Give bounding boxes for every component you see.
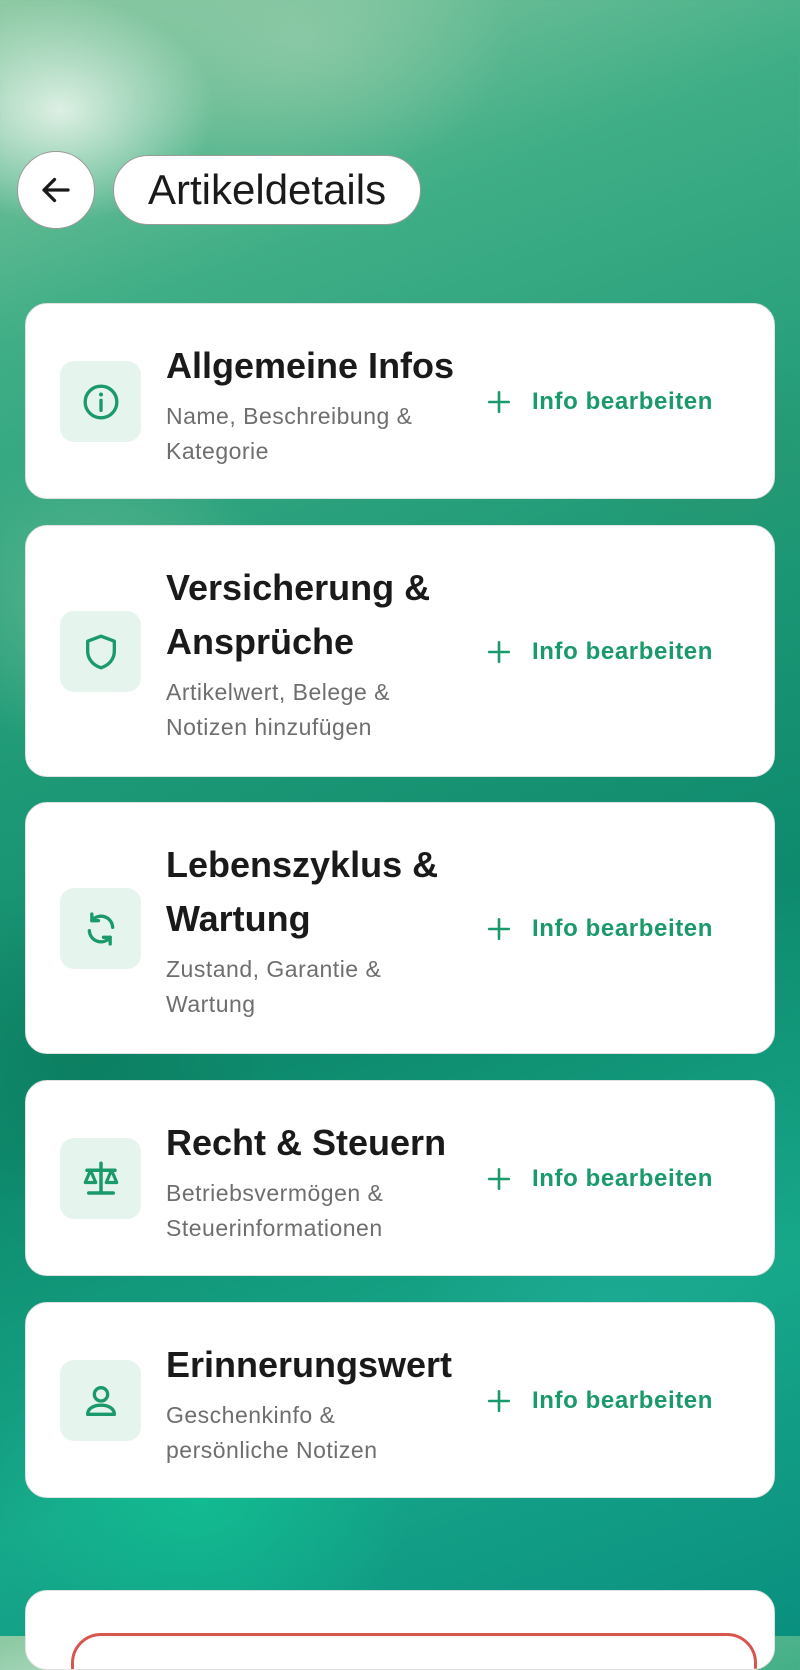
section-title: Versicherung & Ansprüche [166, 567, 431, 662]
arrow-left-icon [42, 177, 70, 203]
edit-info-button[interactable]: Info bearbeiten [486, 1381, 713, 1421]
plus-icon [486, 1166, 512, 1192]
plus-icon [486, 1388, 512, 1414]
page-title: Artikeldetails [113, 155, 422, 225]
section-icon-box [60, 888, 141, 969]
section-card-general: Allgemeine Infos Name, Beschreibung & Ka… [25, 303, 775, 499]
section-text: Versicherung & Ansprüche Artikelwert, Be… [166, 561, 466, 745]
section-subtitle: Geschenkinfo & persönliche Notizen [166, 1402, 378, 1463]
edit-info-label: Info bearbeiten [532, 915, 714, 942]
section-text: Lebenszyklus & Wartung Zustand, Garantie… [166, 838, 466, 1022]
info-icon [83, 384, 118, 419]
scale-icon [83, 1161, 118, 1195]
section-text: Recht & Steuern Betriebsvermögen & Steue… [166, 1116, 466, 1246]
edit-info-label: Info bearbeiten [532, 638, 714, 665]
section-subtitle: Betriebsvermögen & Steuerinformationen [166, 1180, 384, 1241]
section-title: Lebenszyklus & Wartung [166, 844, 439, 939]
section-card-lifecycle: Lebenszyklus & Wartung Zustand, Garantie… [25, 802, 775, 1054]
section-icon-box [60, 611, 141, 692]
section-title: Allgemeine Infos [166, 345, 455, 386]
section-icon-box [60, 1138, 141, 1219]
section-icon-box [60, 361, 141, 442]
section-subtitle: Artikelwert, Belege & Notizen hinzufügen [166, 679, 390, 740]
section-card-legal: Recht & Steuern Betriebsvermögen & Steue… [25, 1080, 775, 1276]
plus-icon [486, 639, 512, 665]
section-title: Recht & Steuern [166, 1122, 447, 1163]
shield-icon [85, 634, 116, 669]
edit-info-button[interactable]: Info bearbeiten [486, 909, 713, 949]
section-icon-box [60, 1360, 141, 1441]
delete-button[interactable] [71, 1633, 757, 1669]
section-text: Erinnerungswert Geschenkinfo & persönlic… [166, 1338, 466, 1468]
section-subtitle: Name, Beschreibung & Kategorie [166, 403, 413, 464]
edit-info-label: Info bearbeiten [532, 1387, 714, 1414]
edit-info-label: Info bearbeiten [532, 388, 714, 415]
user-icon [85, 1385, 116, 1416]
section-card-insurance: Versicherung & Ansprüche Artikelwert, Be… [25, 525, 775, 777]
section-subtitle: Zustand, Garantie & Wartung [166, 956, 382, 1017]
plus-icon [486, 389, 512, 415]
plus-icon [486, 916, 512, 942]
section-card-memory: Erinnerungswert Geschenkinfo & persönlic… [25, 1302, 775, 1498]
bottom-action-card [25, 1590, 775, 1670]
edit-info-button[interactable]: Info bearbeiten [486, 632, 713, 672]
edit-info-label: Info bearbeiten [532, 1165, 714, 1192]
refresh-icon [87, 911, 114, 946]
header: Artikeldetails [17, 151, 422, 229]
edit-info-button[interactable]: Info bearbeiten [486, 1159, 713, 1199]
section-title: Erinnerungswert [166, 1344, 453, 1385]
section-text: Allgemeine Infos Name, Beschreibung & Ka… [166, 339, 466, 469]
edit-info-button[interactable]: Info bearbeiten [486, 382, 713, 422]
back-button[interactable] [17, 151, 95, 229]
